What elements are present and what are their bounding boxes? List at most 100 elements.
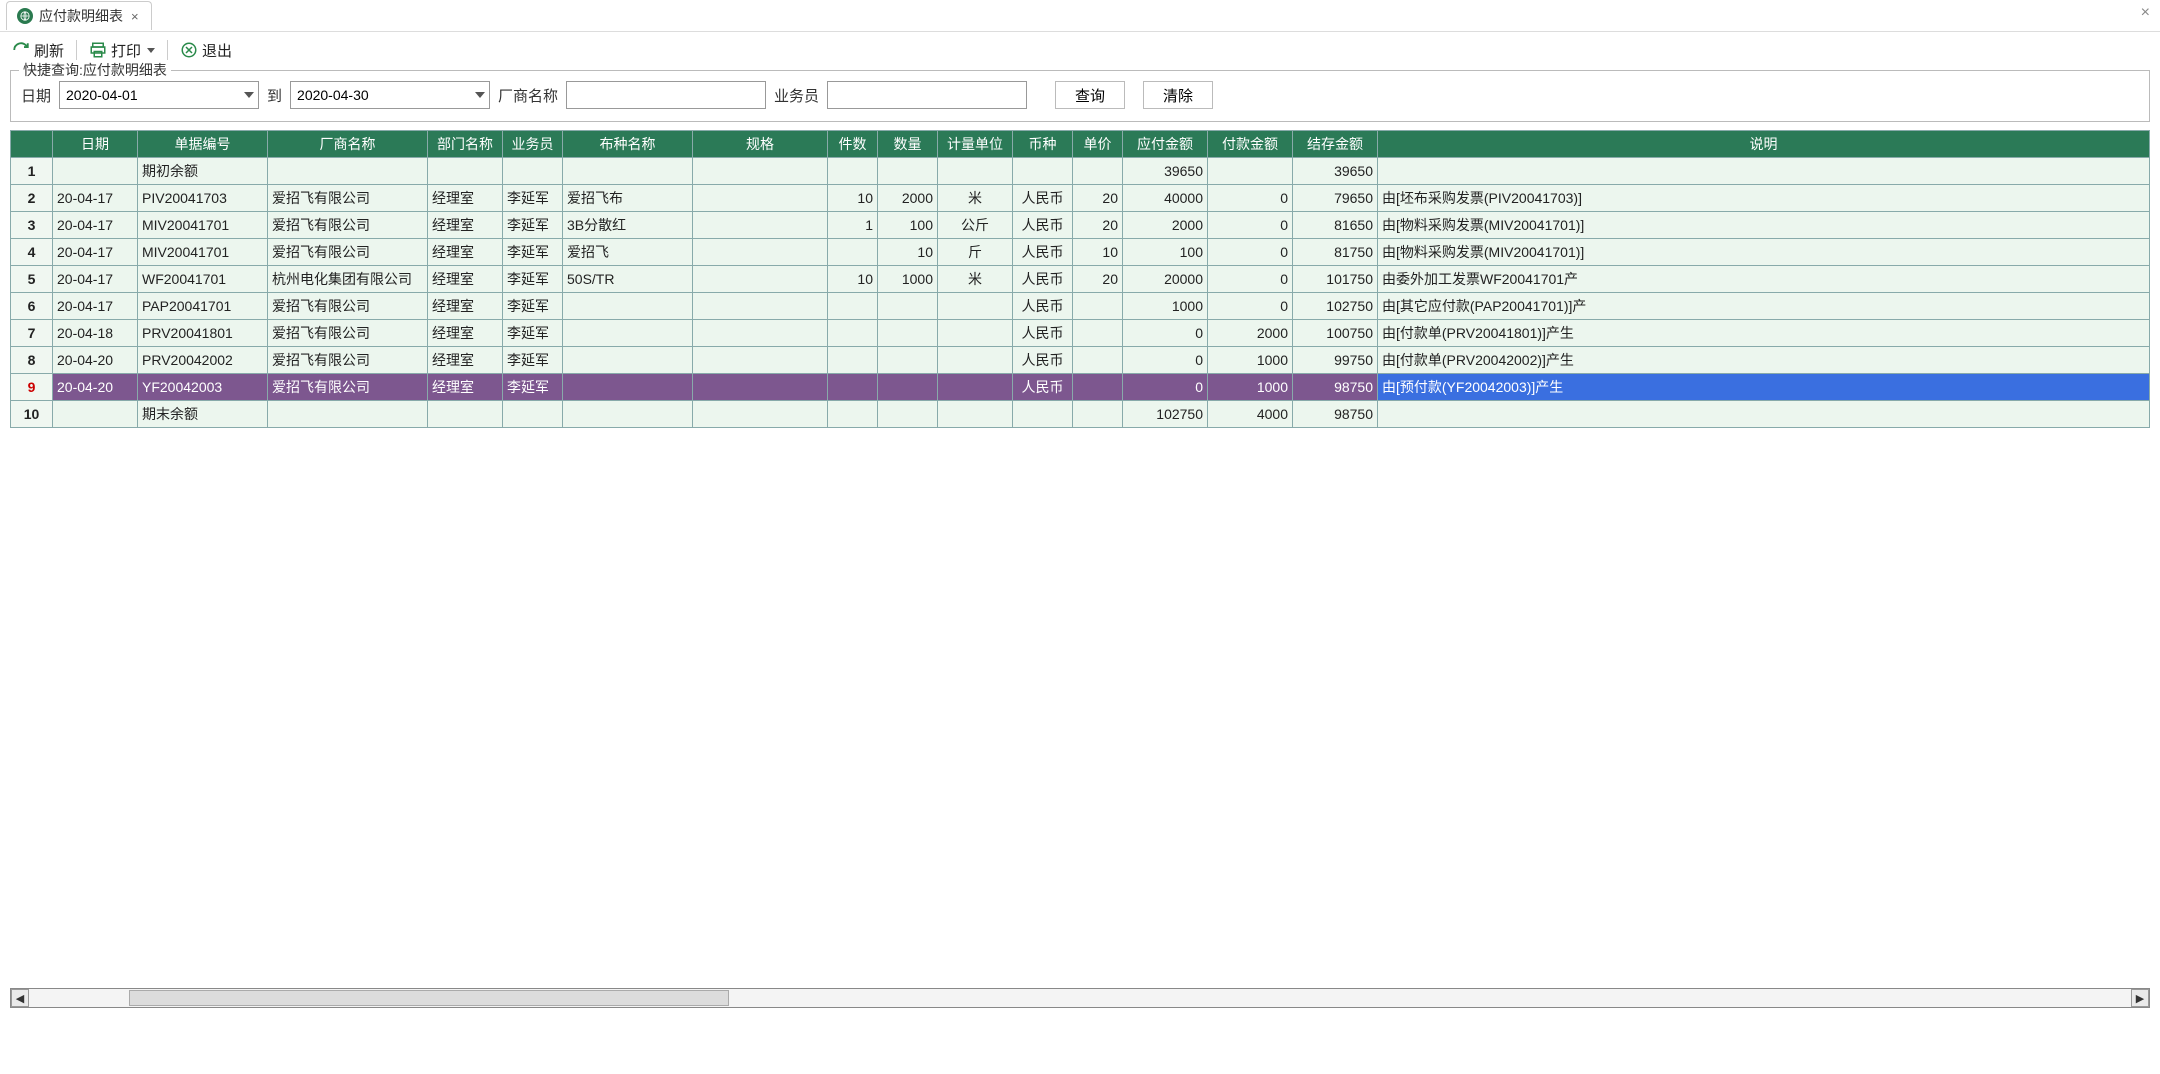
cell[interactable]: MIV20041701 bbox=[138, 212, 268, 239]
cell[interactable]: PAP20041701 bbox=[138, 293, 268, 320]
cell[interactable]: 20 bbox=[1073, 266, 1123, 293]
cell[interactable]: 20-04-18 bbox=[53, 320, 138, 347]
cell[interactable]: MIV20041701 bbox=[138, 239, 268, 266]
cell[interactable]: 爱招飞有限公司 bbox=[268, 347, 428, 374]
cell[interactable]: 20-04-17 bbox=[53, 185, 138, 212]
cell[interactable]: 期末余额 bbox=[138, 401, 268, 428]
cell[interactable] bbox=[1073, 158, 1123, 185]
cell[interactable]: 4000 bbox=[1208, 401, 1293, 428]
cell[interactable] bbox=[1378, 158, 2150, 185]
col-date[interactable]: 日期 bbox=[53, 131, 138, 158]
cell[interactable]: 20-04-20 bbox=[53, 374, 138, 401]
cell[interactable]: 爱招飞有限公司 bbox=[268, 185, 428, 212]
cell[interactable]: 米 bbox=[938, 266, 1013, 293]
cell[interactable]: 经理室 bbox=[428, 266, 503, 293]
cell[interactable] bbox=[938, 347, 1013, 374]
cell[interactable]: PIV20041703 bbox=[138, 185, 268, 212]
table-row[interactable]: 420-04-17MIV20041701爱招飞有限公司经理室李延军爱招飞10斤人… bbox=[11, 239, 2150, 266]
cell[interactable]: 2000 bbox=[1123, 212, 1208, 239]
cell[interactable] bbox=[828, 374, 878, 401]
cell[interactable]: 李延军 bbox=[503, 266, 563, 293]
cell[interactable]: 0 bbox=[1123, 320, 1208, 347]
cell[interactable] bbox=[938, 374, 1013, 401]
cell[interactable]: 爱招飞布 bbox=[563, 185, 693, 212]
cell[interactable] bbox=[693, 293, 828, 320]
cell[interactable]: 由[物料采购发票(MIV20041701)] bbox=[1378, 212, 2150, 239]
scroll-thumb[interactable] bbox=[129, 990, 729, 1006]
cell[interactable]: 爱招飞 bbox=[563, 239, 693, 266]
cell[interactable]: 1000 bbox=[1208, 347, 1293, 374]
col-spec[interactable]: 规格 bbox=[693, 131, 828, 158]
cell[interactable]: 100 bbox=[878, 212, 938, 239]
cell[interactable] bbox=[53, 158, 138, 185]
row-number[interactable]: 10 bbox=[11, 401, 53, 428]
cell[interactable]: 斤 bbox=[938, 239, 1013, 266]
row-number[interactable]: 7 bbox=[11, 320, 53, 347]
row-number[interactable]: 4 bbox=[11, 239, 53, 266]
cell[interactable]: 40000 bbox=[1123, 185, 1208, 212]
tab-close-icon[interactable]: × bbox=[129, 9, 141, 24]
cell[interactable]: 98750 bbox=[1293, 401, 1378, 428]
cell[interactable]: 经理室 bbox=[428, 185, 503, 212]
cell[interactable]: 102750 bbox=[1293, 293, 1378, 320]
cell[interactable]: 81750 bbox=[1293, 239, 1378, 266]
scroll-left-arrow[interactable]: ◀ bbox=[11, 989, 29, 1007]
cell[interactable]: 杭州电化集团有限公司 bbox=[268, 266, 428, 293]
cell[interactable] bbox=[693, 266, 828, 293]
exit-button[interactable]: 退出 bbox=[178, 38, 234, 63]
cell[interactable]: 10 bbox=[828, 185, 878, 212]
print-button[interactable]: 打印 bbox=[87, 38, 157, 63]
cell[interactable]: 50S/TR bbox=[563, 266, 693, 293]
cell[interactable] bbox=[563, 401, 693, 428]
cell[interactable]: 1000 bbox=[878, 266, 938, 293]
cell[interactable] bbox=[828, 293, 878, 320]
cell[interactable]: 100 bbox=[1123, 239, 1208, 266]
cell[interactable]: 经理室 bbox=[428, 239, 503, 266]
cell[interactable] bbox=[828, 239, 878, 266]
table-row[interactable]: 1期初余额3965039650 bbox=[11, 158, 2150, 185]
cell[interactable]: 由[其它应付款(PAP20041701)]产 bbox=[1378, 293, 2150, 320]
query-button[interactable]: 查询 bbox=[1055, 81, 1125, 109]
cell[interactable] bbox=[938, 320, 1013, 347]
cell[interactable] bbox=[53, 401, 138, 428]
cell[interactable]: 20 bbox=[1073, 185, 1123, 212]
table-row[interactable]: 320-04-17MIV20041701爱招飞有限公司经理室李延军3B分散红11… bbox=[11, 212, 2150, 239]
cell[interactable]: 李延军 bbox=[503, 374, 563, 401]
cell[interactable]: 39650 bbox=[1123, 158, 1208, 185]
table-row[interactable]: 620-04-17PAP20041701爱招飞有限公司经理室李延军人民币1000… bbox=[11, 293, 2150, 320]
window-close-icon[interactable]: × bbox=[2141, 4, 2150, 22]
cell[interactable]: 李延军 bbox=[503, 293, 563, 320]
cell[interactable]: YF20042003 bbox=[138, 374, 268, 401]
cell[interactable]: 由[付款单(PRV20042002)]产生 bbox=[1378, 347, 2150, 374]
row-number[interactable]: 5 bbox=[11, 266, 53, 293]
row-number[interactable]: 1 bbox=[11, 158, 53, 185]
cell[interactable] bbox=[878, 401, 938, 428]
cell[interactable]: 人民币 bbox=[1013, 239, 1073, 266]
cell[interactable] bbox=[693, 185, 828, 212]
cell[interactable] bbox=[503, 401, 563, 428]
col-pay[interactable]: 应付金额 bbox=[1123, 131, 1208, 158]
cell[interactable]: 爱招飞有限公司 bbox=[268, 320, 428, 347]
cell[interactable] bbox=[938, 401, 1013, 428]
cell[interactable]: PRV20041801 bbox=[138, 320, 268, 347]
col-doc[interactable]: 单据编号 bbox=[138, 131, 268, 158]
sales-input[interactable] bbox=[827, 81, 1027, 109]
cell[interactable]: 20-04-17 bbox=[53, 212, 138, 239]
cell[interactable] bbox=[1073, 401, 1123, 428]
cell[interactable]: 10 bbox=[828, 266, 878, 293]
col-price[interactable]: 单价 bbox=[1073, 131, 1123, 158]
cell[interactable]: 0 bbox=[1123, 374, 1208, 401]
cell[interactable]: 0 bbox=[1208, 185, 1293, 212]
col-curr[interactable]: 币种 bbox=[1013, 131, 1073, 158]
cell[interactable] bbox=[828, 158, 878, 185]
cell[interactable]: 李延军 bbox=[503, 347, 563, 374]
cell[interactable]: 1000 bbox=[1123, 293, 1208, 320]
table-row[interactable]: 10期末余额102750400098750 bbox=[11, 401, 2150, 428]
cell[interactable] bbox=[268, 401, 428, 428]
date-from-input[interactable] bbox=[60, 82, 258, 108]
cell[interactable] bbox=[1073, 374, 1123, 401]
clear-button[interactable]: 清除 bbox=[1143, 81, 1213, 109]
cell[interactable] bbox=[828, 401, 878, 428]
cell[interactable] bbox=[1073, 320, 1123, 347]
cell[interactable] bbox=[1013, 158, 1073, 185]
